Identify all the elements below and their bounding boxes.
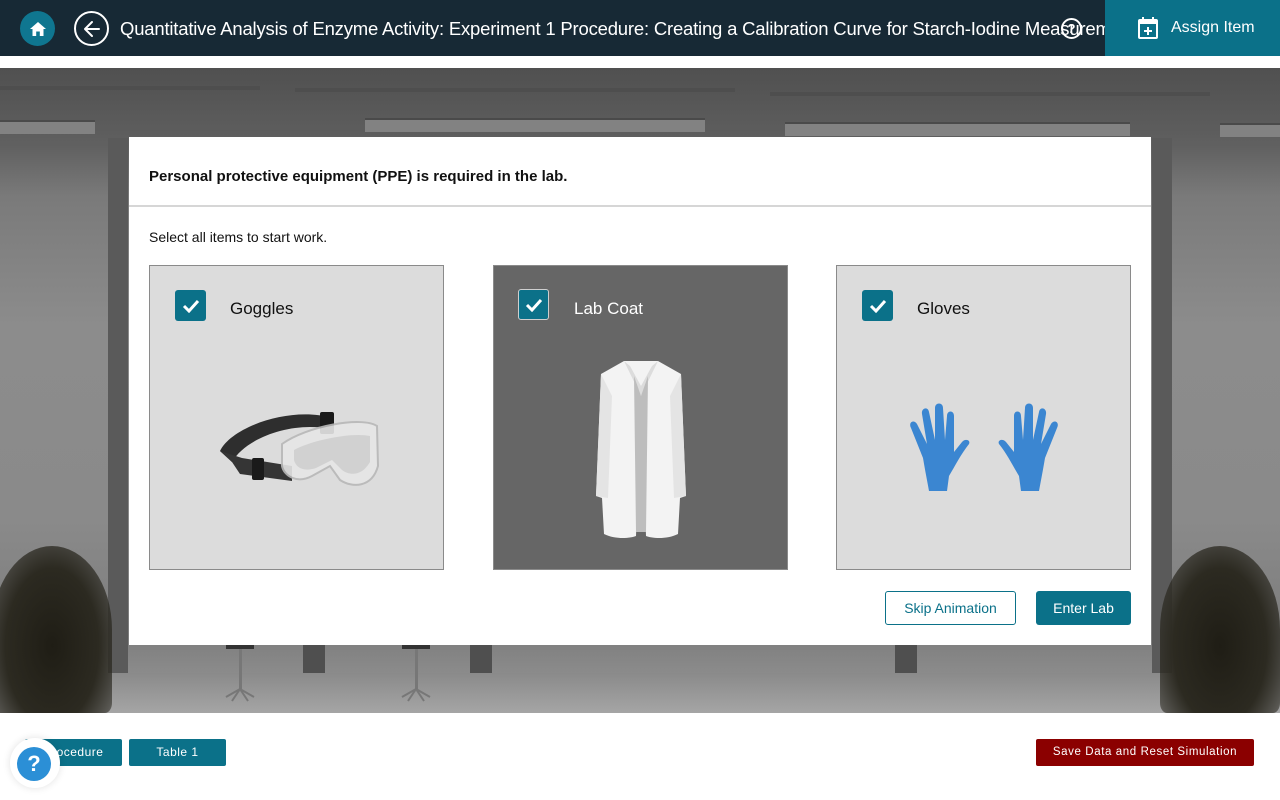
gloves-icon bbox=[909, 403, 1058, 491]
assign-item-label: Assign Item bbox=[1171, 19, 1255, 36]
help-button[interactable]: ? bbox=[10, 738, 60, 788]
home-button[interactable] bbox=[20, 11, 55, 46]
assign-item-button[interactable]: Assign Item bbox=[1105, 0, 1280, 56]
checkmark-icon bbox=[525, 298, 542, 312]
gloves-label: Gloves bbox=[917, 299, 970, 318]
lab-coat-icon bbox=[595, 361, 686, 538]
help-icon: ? bbox=[17, 747, 51, 781]
table-1-button[interactable]: Table 1 bbox=[129, 739, 226, 766]
ppe-item-lab-coat[interactable]: Lab Coat bbox=[493, 265, 788, 570]
ceiling-beam bbox=[0, 86, 260, 90]
arrow-left-icon bbox=[83, 20, 100, 37]
gloves-checkbox[interactable] bbox=[862, 290, 893, 321]
ppe-item-goggles[interactable]: Goggles bbox=[149, 265, 444, 570]
dialog-heading: Personal protective equipment (PPE) is r… bbox=[149, 167, 568, 185]
lab-coat-checkbox[interactable] bbox=[518, 289, 549, 320]
enter-lab-button[interactable]: Enter Lab bbox=[1036, 591, 1131, 625]
ceiling-light bbox=[1220, 123, 1280, 137]
lab-stool bbox=[401, 645, 431, 702]
ppe-dialog: Personal protective equipment (PPE) is r… bbox=[129, 137, 1151, 645]
checkmark-icon bbox=[182, 299, 199, 313]
page-title: Quantitative Analysis of Enzyme Activity… bbox=[120, 18, 1129, 39]
top-bar: Quantitative Analysis of Enzyme Activity… bbox=[0, 0, 1280, 56]
question-circle-icon[interactable]: ? bbox=[1061, 18, 1082, 39]
ceiling-light bbox=[0, 120, 95, 134]
goggles-label: Goggles bbox=[230, 299, 294, 318]
plant bbox=[1160, 546, 1280, 713]
goggles-checkbox[interactable] bbox=[175, 290, 206, 321]
ceiling-beam bbox=[295, 88, 735, 92]
checkmark-icon bbox=[869, 299, 886, 313]
lab-stool bbox=[225, 645, 255, 702]
ceiling-beam bbox=[770, 92, 1210, 96]
skip-animation-button[interactable]: Skip Animation bbox=[885, 591, 1016, 625]
back-button[interactable] bbox=[74, 11, 109, 46]
calendar-plus-icon bbox=[1138, 17, 1158, 39]
dialog-instruction: Select all items to start work. bbox=[149, 229, 328, 245]
plant bbox=[0, 546, 112, 713]
dialog-header: Personal protective equipment (PPE) is r… bbox=[129, 137, 1151, 207]
lab-coat-label: Lab Coat bbox=[574, 299, 643, 318]
goggles-icon bbox=[219, 412, 379, 486]
ceiling-light bbox=[365, 118, 705, 132]
ppe-item-gloves[interactable]: Gloves bbox=[836, 265, 1131, 570]
save-data-reset-button[interactable]: Save Data and Reset Simulation bbox=[1036, 739, 1254, 766]
wall-pillar bbox=[108, 138, 128, 673]
home-icon bbox=[29, 21, 46, 36]
ceiling-light bbox=[785, 122, 1130, 136]
floor bbox=[0, 673, 1280, 713]
